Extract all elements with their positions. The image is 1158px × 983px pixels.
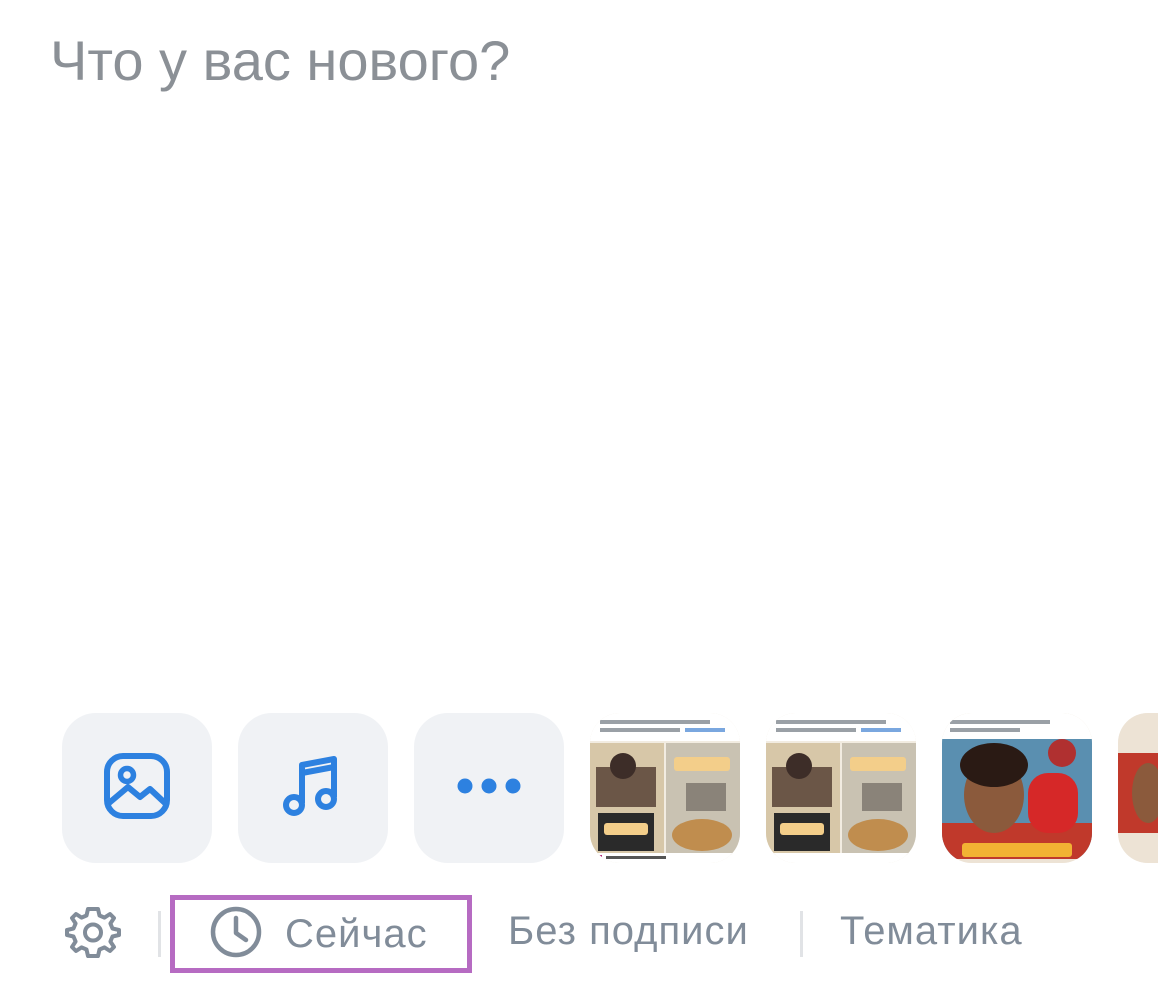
recent-photo-thumbnail[interactable] xyxy=(590,713,740,863)
attachments-row xyxy=(62,713,1158,865)
attach-more-button[interactable] xyxy=(414,713,564,863)
footer-divider xyxy=(800,911,803,957)
attach-music-button[interactable] xyxy=(238,713,388,863)
recent-photo-thumbnail[interactable] xyxy=(766,713,916,863)
post-text-input[interactable] xyxy=(50,28,1110,668)
post-composer: Сейчас Без подписи Тематика xyxy=(0,0,1158,983)
more-dots-icon xyxy=(454,776,524,801)
settings-button[interactable] xyxy=(62,903,124,965)
image-icon xyxy=(102,751,172,826)
gear-icon xyxy=(65,904,121,965)
footer-divider xyxy=(158,911,161,957)
recent-photo-thumbnail[interactable] xyxy=(1118,713,1158,863)
composer-footer: Сейчас Без подписи Тематика xyxy=(0,895,1158,975)
topic-setting-button[interactable]: Тематика xyxy=(840,909,1023,954)
publish-time-label: Сейчас xyxy=(285,911,428,956)
caption-setting-button[interactable]: Без подписи xyxy=(508,909,749,954)
clock-icon xyxy=(209,905,263,964)
music-note-icon xyxy=(278,751,348,826)
recent-photo-thumbnail[interactable] xyxy=(942,713,1092,863)
publish-time-button[interactable]: Сейчас xyxy=(170,895,472,973)
attach-photo-button[interactable] xyxy=(62,713,212,863)
